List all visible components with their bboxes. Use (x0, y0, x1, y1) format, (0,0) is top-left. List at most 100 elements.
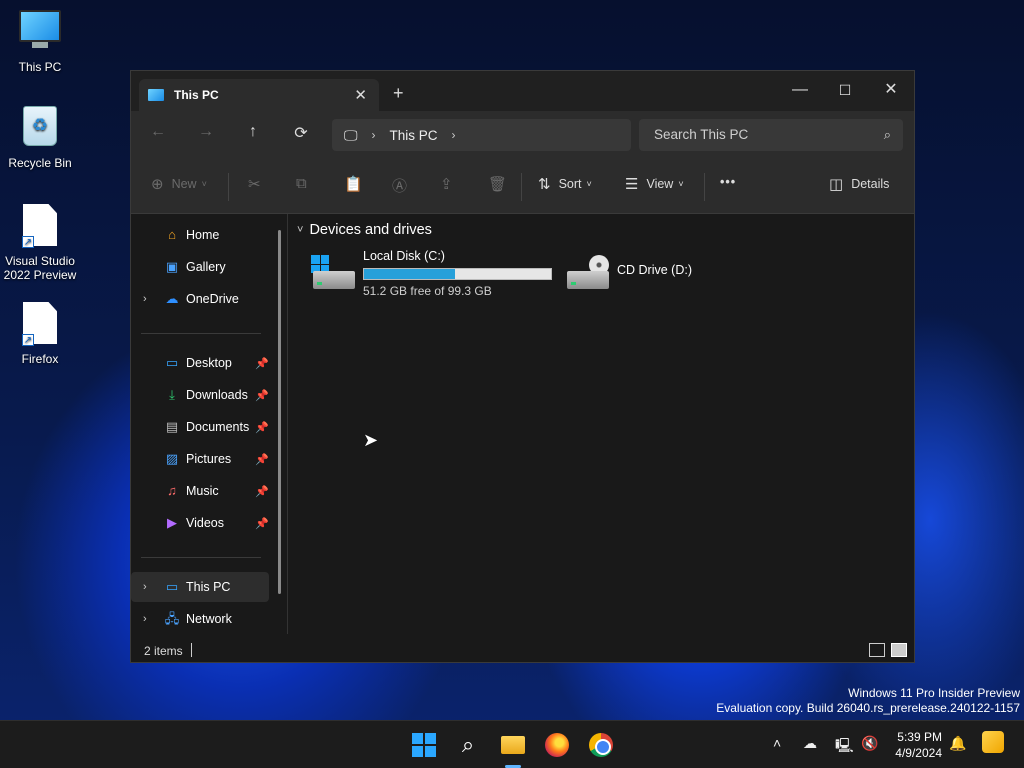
chevron-down-icon: ˅ (201, 179, 207, 189)
nav-item-music[interactable]: ♫ Music 📌 (131, 476, 269, 506)
windows-logo-icon (412, 733, 436, 757)
close-tab-icon[interactable]: ✕ (354, 86, 367, 104)
search-input[interactable]: Search This PC ⌕ (639, 119, 903, 151)
file-explorer-taskbar-button[interactable] (499, 731, 527, 759)
clock[interactable]: 5:39 PM 4/9/2024 (890, 729, 942, 761)
chevron-right-icon[interactable]: › (143, 613, 147, 625)
start-button[interactable] (410, 731, 438, 759)
nav-item-downloads[interactable]: ⤓ Downloads 📌 (131, 380, 269, 410)
cut-button[interactable]: ✂ (248, 175, 269, 193)
chevron-right-icon[interactable]: › (143, 581, 147, 593)
new-button[interactable]: ⊕ New ˅ (151, 175, 207, 193)
nav-item-label: Downloads (186, 388, 248, 402)
sort-icon: ⇅ (538, 176, 551, 193)
drive-local-disk-c[interactable]: Local Disk (C:) 51.2 GB free of 99.3 GB (311, 249, 561, 301)
chevron-right-icon[interactable]: › (143, 293, 147, 305)
plus-circle-icon: ⊕ (151, 176, 164, 193)
address-bar[interactable]: 🖵 › This PC › (332, 119, 631, 151)
volume-tray-button[interactable]: 🔇 (861, 735, 878, 752)
nav-item-label: Documents (186, 420, 250, 434)
sort-button[interactable]: ⇅ Sort ˅ (538, 175, 592, 193)
chevron-right-icon: › (371, 128, 376, 142)
chevron-down-icon: ˅ (586, 179, 592, 189)
pin-icon: 📌 (255, 421, 269, 434)
details-view-toggle[interactable] (869, 643, 885, 657)
sort-label: Sort (558, 177, 582, 191)
share-button[interactable]: ⇪ (440, 175, 461, 193)
search-button[interactable]: ⌕ (454, 731, 482, 759)
tab-this-pc[interactable]: This PC ✕ (139, 79, 379, 111)
nav-item-network[interactable]: › 🖧 Network (131, 604, 269, 634)
drive-usage-bar (363, 268, 552, 280)
document-icon: ▤ (165, 419, 179, 434)
scissors-icon: ✂ (248, 176, 261, 193)
view-button[interactable]: ☰ View ˅ (625, 175, 684, 193)
show-hidden-icons-button[interactable]: ˄ (773, 735, 781, 751)
firefox-taskbar-button[interactable] (543, 731, 571, 759)
rename-button[interactable]: Ⓐ (392, 175, 415, 196)
desktop-icon-label: Visual Studio 2022 Preview (3, 254, 77, 282)
divider (521, 173, 522, 201)
document-shortcut-icon: ↗ (18, 204, 62, 248)
bell-icon: 🔔 (949, 735, 967, 751)
desktop-icon-label: Recycle Bin (8, 156, 72, 170)
back-button[interactable]: ← (145, 123, 171, 141)
hard-drive-icon (311, 255, 355, 291)
nav-item-gallery[interactable]: ▣ Gallery (131, 252, 269, 282)
maximize-button[interactable]: ☐ (822, 75, 868, 105)
chrome-taskbar-button[interactable] (587, 731, 615, 759)
up-button[interactable]: ↑ (240, 123, 266, 141)
cloud-icon: ☁ (165, 291, 179, 306)
new-label: New (171, 177, 197, 191)
tiles-view-toggle[interactable] (891, 643, 907, 657)
pin-icon: 📌 (255, 357, 269, 370)
paste-button[interactable]: 📋 (344, 175, 371, 193)
forward-button[interactable]: → (193, 123, 219, 141)
nav-item-videos[interactable]: ▶ Videos 📌 (131, 508, 269, 538)
video-icon: ▶ (167, 515, 177, 530)
details-button[interactable]: ◫ Details (829, 175, 889, 193)
clock-date: 4/9/2024 (895, 746, 942, 760)
tab-title: This PC (174, 88, 219, 102)
nav-item-desktop[interactable]: ▭ Desktop 📌 (131, 348, 269, 378)
nav-item-onedrive[interactable]: › ☁ OneDrive (131, 284, 269, 314)
chevron-right-icon[interactable]: › (452, 128, 456, 142)
copilot-button[interactable] (982, 731, 1004, 753)
nav-pane-scrollbar[interactable] (278, 230, 281, 594)
group-header-devices[interactable]: ˅ Devices and drives (297, 222, 432, 238)
network-tray-button[interactable]: 🖳 (835, 735, 854, 759)
copilot-pre-icon (982, 731, 1004, 753)
desktop-icon-visual-studio[interactable]: ↗ Visual Studio 2022 Preview (0, 204, 80, 282)
divider (228, 173, 229, 201)
desktop-icon-label: This PC (18, 60, 62, 74)
title-bar: This PC ✕ + — ☐ ✕ (131, 71, 914, 111)
new-tab-button[interactable]: + (393, 83, 404, 104)
more-options-button[interactable]: ••• (720, 175, 736, 189)
nav-item-this-pc[interactable]: › ▭ This PC (131, 572, 269, 602)
nav-item-label: Desktop (186, 356, 232, 370)
network-icon: 🖧 (164, 611, 180, 626)
desktop-icon: ▭ (165, 355, 179, 370)
music-icon: ♫ (167, 483, 177, 498)
notifications-button[interactable]: 🔔 (949, 735, 966, 752)
desktop-icon-recycle-bin[interactable]: Recycle Bin (0, 106, 80, 170)
desktop-icon-firefox[interactable]: ↗ Firefox (0, 302, 80, 366)
trash-icon: 🗑 (488, 176, 508, 193)
nav-item-pictures[interactable]: ▨ Pictures 📌 (131, 444, 269, 474)
refresh-button[interactable]: ⟳ (288, 123, 314, 143)
copy-button[interactable]: ⧉ (296, 175, 315, 192)
breadcrumb-this-pc[interactable]: This PC (390, 128, 438, 143)
gallery-icon: ▣ (165, 259, 179, 274)
search-placeholder: Search This PC (654, 127, 749, 142)
download-icon: ⤓ (169, 387, 175, 402)
desktop-icon-this-pc[interactable]: This PC (0, 10, 80, 74)
document-shortcut-icon: ↗ (18, 302, 62, 346)
nav-item-home[interactable]: ⌂ Home (131, 220, 269, 250)
drive-cd-d[interactable]: CD Drive (D:) (565, 249, 705, 301)
delete-button[interactable]: 🗑 (488, 175, 515, 193)
minimize-button[interactable]: — (777, 75, 823, 105)
close-window-button[interactable]: ✕ (868, 75, 914, 105)
nav-item-label: Pictures (186, 452, 232, 466)
onedrive-tray-button[interactable]: ☁ (803, 735, 817, 752)
nav-item-documents[interactable]: ▤ Documents 📌 (131, 412, 269, 442)
